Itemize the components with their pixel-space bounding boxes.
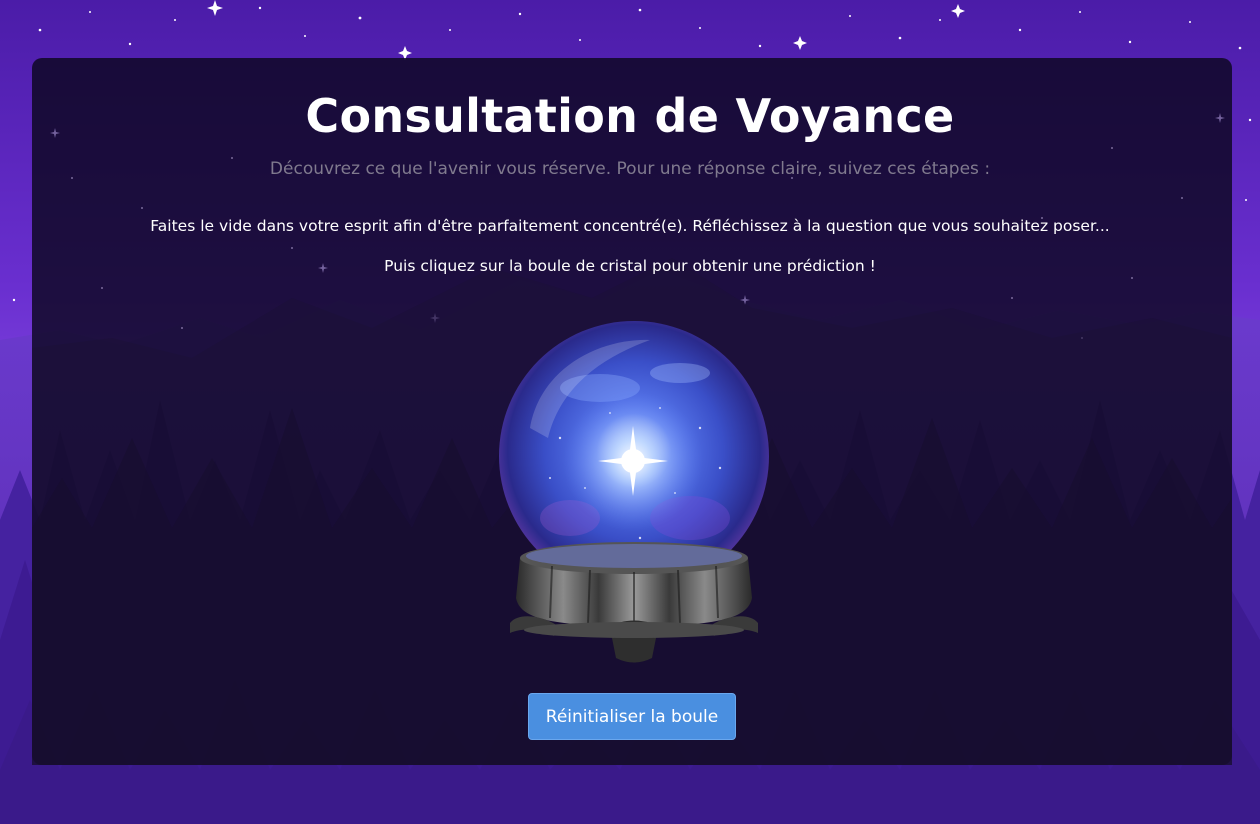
page-title: Consultation de Voyance [305, 89, 955, 143]
crystal-ball-icon [499, 321, 769, 663]
instruction-concentrate: Faites le vide dans votre esprit afin d'… [150, 217, 1110, 235]
reset-ball-button[interactable]: Réinitialiser la boule [528, 693, 736, 740]
page-subtitle: Découvrez ce que l'avenir vous réserve. … [269, 159, 991, 179]
crystal-ball-button[interactable] [490, 318, 790, 668]
instruction-click-ball: Puis cliquez sur la boule de cristal pou… [384, 257, 876, 275]
